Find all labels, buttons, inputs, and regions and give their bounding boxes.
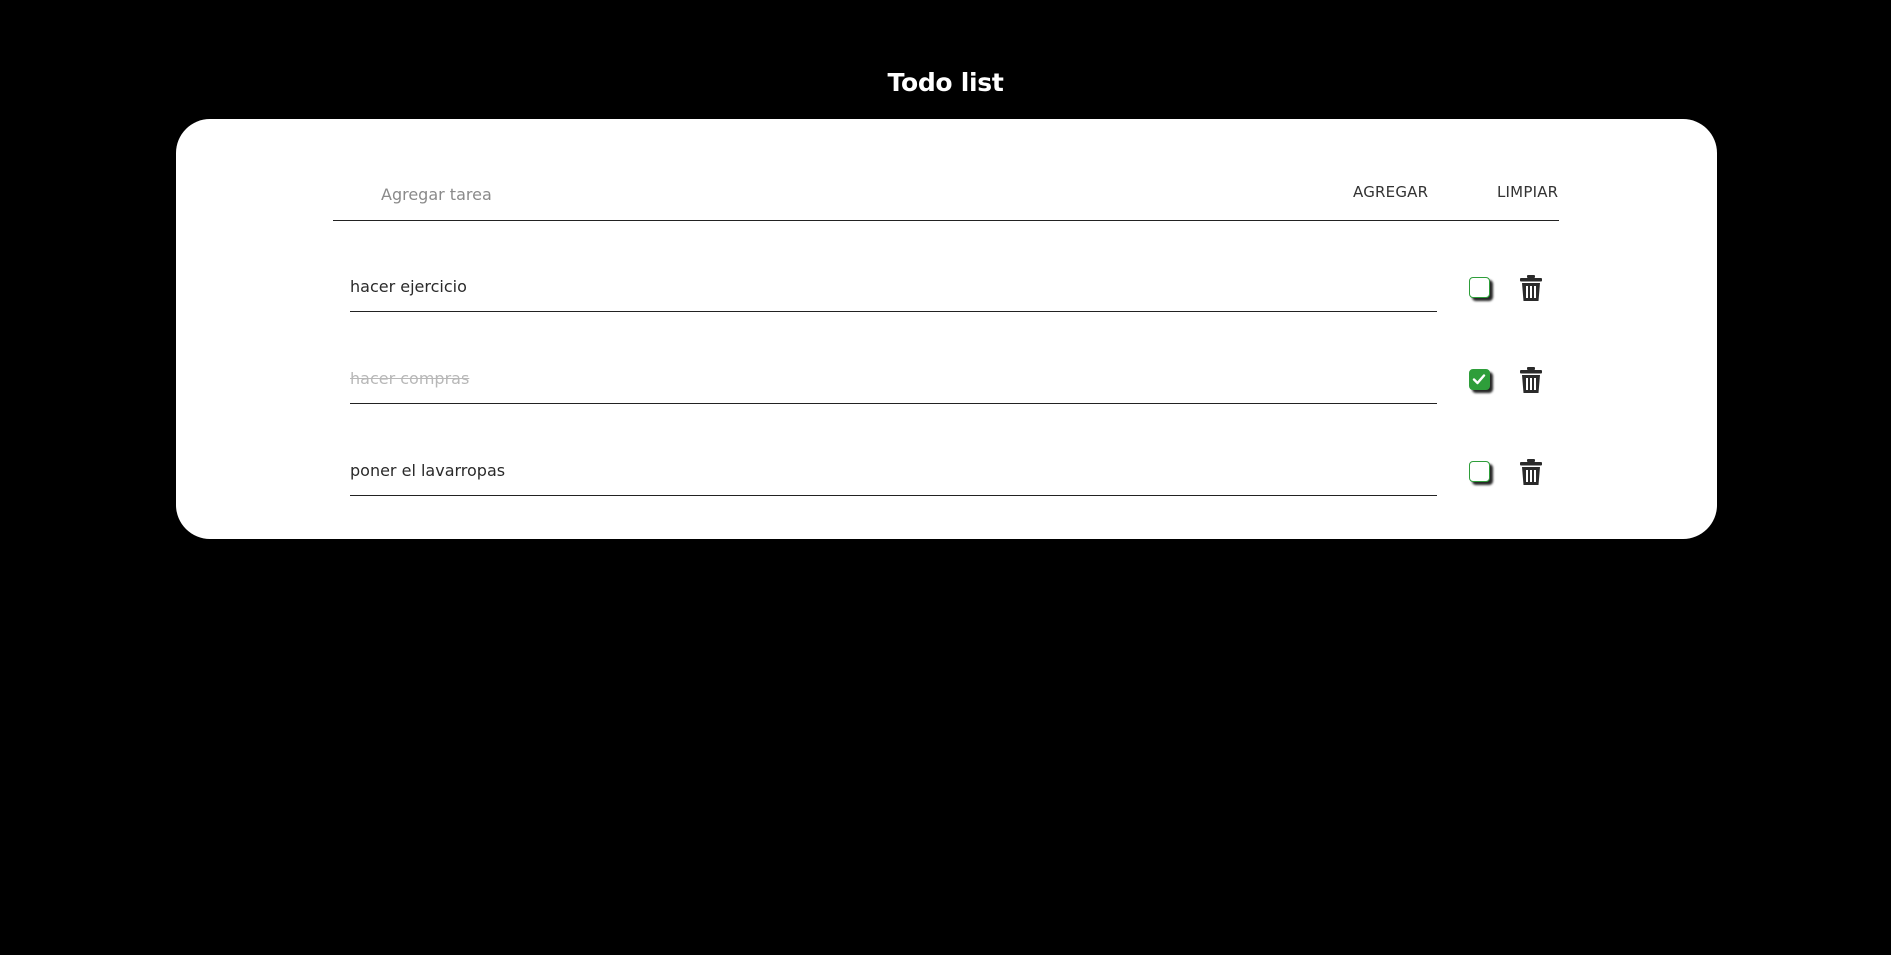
page-title: Todo list — [887, 68, 1004, 97]
task-text: hacer ejercicio — [350, 277, 467, 296]
task-text-field[interactable]: hacer compras — [350, 357, 1437, 404]
task-complete-checkbox[interactable] — [1469, 277, 1490, 298]
add-task-input[interactable] — [381, 179, 1261, 209]
task-item: poner el lavarropas — [350, 449, 1490, 499]
todo-card: AGREGAR LIMPIAR hacer ejercicio hacer co… — [176, 119, 1717, 539]
task-text-field[interactable]: poner el lavarropas — [350, 449, 1437, 496]
clear-button[interactable]: LIMPIAR — [1497, 183, 1558, 201]
trash-icon[interactable] — [1520, 275, 1542, 301]
checkmark-icon — [1472, 374, 1486, 385]
task-item: hacer compras — [350, 357, 1490, 407]
trash-icon[interactable] — [1520, 459, 1542, 485]
task-complete-checkbox[interactable] — [1469, 369, 1490, 390]
task-text: hacer compras — [350, 369, 470, 388]
task-text-field[interactable]: hacer ejercicio — [350, 265, 1437, 312]
task-complete-checkbox[interactable] — [1469, 461, 1490, 482]
task-item: hacer ejercicio — [350, 265, 1490, 315]
task-text: poner el lavarropas — [350, 461, 506, 480]
add-button[interactable]: AGREGAR — [1353, 183, 1428, 201]
add-task-form: AGREGAR LIMPIAR — [333, 177, 1559, 221]
trash-icon[interactable] — [1520, 367, 1542, 393]
